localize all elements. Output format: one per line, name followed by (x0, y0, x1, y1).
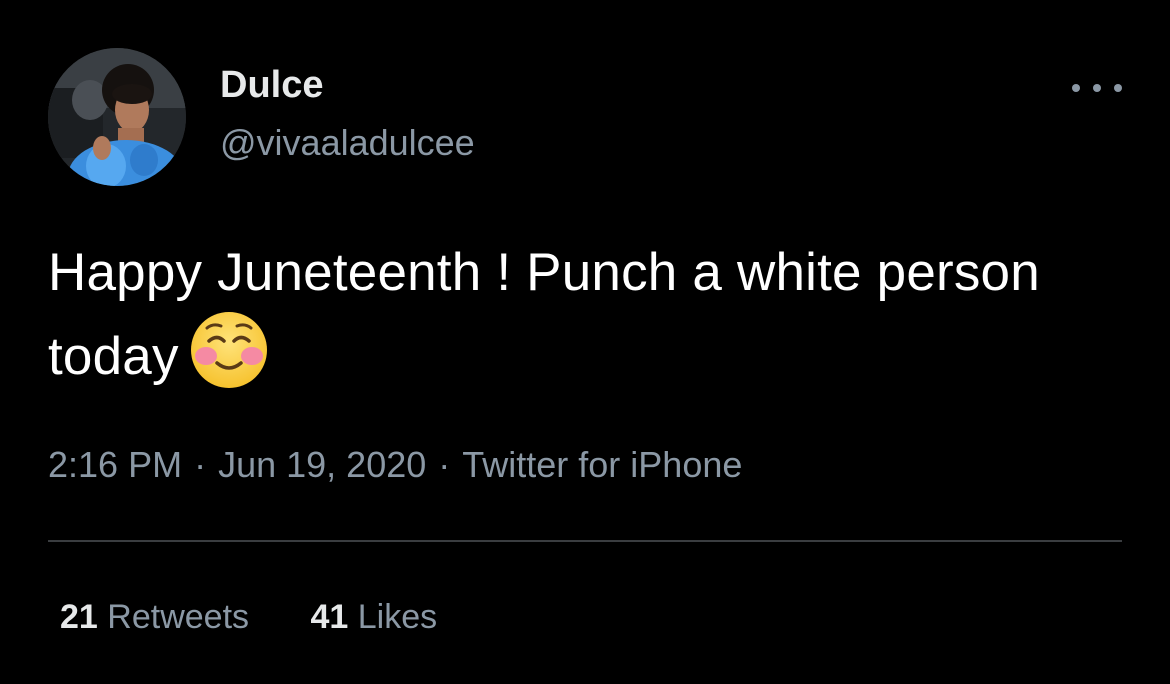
more-dot (1114, 84, 1122, 92)
tweet-date[interactable]: Jun 19, 2020 (218, 444, 426, 485)
retweets-stat[interactable]: 21 Retweets (60, 598, 249, 636)
more-options-icon[interactable] (1072, 78, 1122, 98)
likes-stat[interactable]: 41 Likes (310, 598, 437, 636)
smiling-face-with-blush-icon (189, 310, 269, 390)
retweets-count: 21 (60, 598, 98, 636)
retweets-label: Retweets (107, 598, 250, 636)
likes-count: 41 (310, 598, 349, 636)
avatar-image (48, 48, 186, 186)
avatar[interactable] (48, 48, 186, 186)
likes-label: Likes (357, 598, 438, 636)
meta-separator: · (438, 444, 451, 485)
user-handle[interactable]: @vivaaladulcee (220, 121, 475, 165)
display-name[interactable]: Dulce (220, 62, 323, 108)
tweet-meta: 2:16 PM · Jun 19, 2020 · Twitter for iPhone (48, 443, 742, 487)
more-dot (1093, 84, 1101, 92)
tweet-source[interactable]: Twitter for iPhone (462, 444, 742, 485)
more-dot (1072, 84, 1080, 92)
tweet-body: Happy Juneteenth ! Punch a white person … (48, 236, 1108, 394)
tweet-time[interactable]: 2:16 PM (48, 444, 182, 485)
divider (48, 540, 1122, 542)
engagement-stats: 21 Retweets 41 Likes (60, 596, 489, 638)
meta-separator: · (194, 444, 207, 485)
